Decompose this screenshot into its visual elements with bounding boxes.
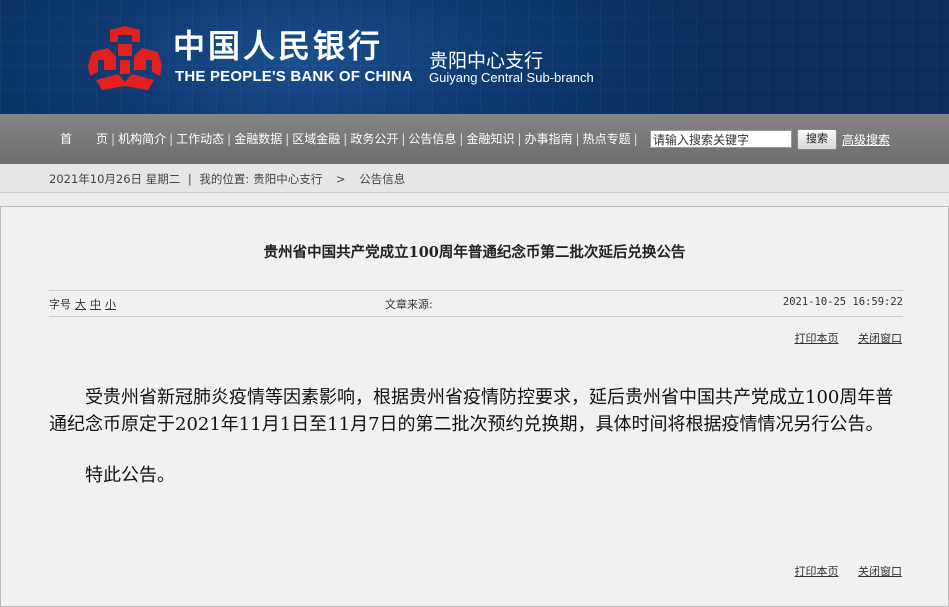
nav-item-home[interactable]: 首 页: [60, 130, 108, 147]
divider: [49, 316, 903, 317]
nav-item-financial-data[interactable]: 金融数据: [234, 130, 282, 147]
nav-separator: |: [111, 131, 116, 146]
nav-item-about[interactable]: 机构简介: [118, 130, 166, 147]
font-size-control: 字号大中小: [49, 296, 116, 312]
bank-name-en: THE PEOPLE'S BANK OF CHINA: [175, 68, 413, 85]
font-size-large[interactable]: 大: [75, 298, 86, 311]
breadcrumb-separator: |: [187, 172, 192, 186]
site-header: 中国人民银行 THE PEOPLE'S BANK OF CHINA 贵阳中心支行…: [0, 0, 949, 114]
nav-separator: |: [517, 131, 522, 146]
search-input[interactable]: [650, 130, 792, 148]
nav-separator: |: [459, 131, 464, 146]
nav-separator: |: [343, 131, 348, 146]
nav-separator: |: [285, 131, 290, 146]
nav-separator: |: [227, 131, 232, 146]
article-paragraph: 受贵州省新冠肺炎疫情等因素影响，根据贵州省疫情防控要求，延后贵州省中国共产党成立…: [49, 387, 894, 435]
nav-separator: |: [575, 131, 580, 146]
nav-item-gov-affairs[interactable]: 政务公开: [350, 130, 398, 147]
breadcrumb-bar: 2021年10月26日 星期二 | 我的位置: 贵阳中心支行 > 公告信息: [0, 164, 949, 193]
branch-name-en: Guiyang Central Sub-branch: [429, 70, 594, 85]
article-title: 贵州省中国共产党成立100周年普通纪念币第二批次延后兑换公告: [263, 244, 686, 261]
nav-item-regional-finance[interactable]: 区域金融: [292, 130, 340, 147]
font-size-label: 字号: [49, 298, 71, 311]
article-actions-bottom: 打印本页 关闭窗口: [779, 563, 903, 579]
close-window-button[interactable]: 关闭窗口: [858, 565, 902, 578]
pboc-logo-icon: [88, 26, 162, 90]
nav-separator: |: [169, 131, 174, 146]
chevron-right-icon: >: [335, 172, 346, 186]
breadcrumb-item-branch[interactable]: 贵阳中心支行: [253, 172, 322, 186]
nav-item-service-guide[interactable]: 办事指南: [525, 130, 573, 147]
breadcrumb-item-announcements[interactable]: 公告信息: [359, 172, 405, 186]
publish-datetime: 2021-10-25 16:59:22: [782, 296, 903, 308]
current-date: 2021年10月26日 星期二: [49, 172, 181, 186]
font-size-medium[interactable]: 中: [90, 298, 101, 311]
nav-separator: |: [401, 131, 406, 146]
article-source: 文章来源:: [385, 298, 433, 311]
nav-separator: |: [633, 131, 638, 146]
article-actions-top: 打印本页 关闭窗口: [779, 330, 903, 346]
print-button[interactable]: 打印本页: [795, 332, 839, 345]
article-panel: 贵州省中国共产党成立100周年普通纪念币第二批次延后兑换公告 字号大中小 文章来…: [0, 206, 949, 607]
breadcrumb: 2021年10月26日 星期二 | 我的位置: 贵阳中心支行 > 公告信息: [49, 171, 409, 187]
print-button[interactable]: 打印本页: [795, 565, 839, 578]
font-size-small[interactable]: 小: [105, 298, 116, 311]
bank-name-cn: 中国人民银行: [173, 27, 384, 65]
location-label: 我的位置:: [199, 172, 250, 186]
advanced-search-link[interactable]: 高级搜索: [842, 131, 890, 148]
article-closing: 特此公告。: [85, 465, 175, 486]
nav-item-work-news[interactable]: 工作动态: [176, 130, 224, 147]
close-window-button[interactable]: 关闭窗口: [858, 332, 902, 345]
divider: [49, 290, 903, 291]
nav-menu: 首 页 | 机构简介 | 工作动态 | 金融数据 | 区域金融 | 政务公开 |…: [60, 130, 641, 147]
nav-item-announcements[interactable]: 公告信息: [408, 130, 456, 147]
branch-name-cn: 贵阳中心支行: [429, 50, 544, 72]
nav-item-hot-topics[interactable]: 热点专题: [583, 130, 631, 147]
nav-item-financial-knowledge[interactable]: 金融知识: [466, 130, 514, 147]
article-body: 受贵州省新冠肺炎疫情等因素影响，根据贵州省疫情防控要求，延后贵州省中国共产党成立…: [49, 384, 905, 489]
search-button[interactable]: 搜索: [797, 129, 837, 150]
